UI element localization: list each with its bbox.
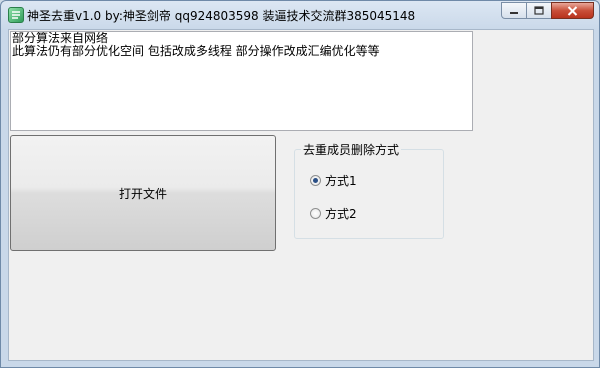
title-bar[interactable]: 神圣去重v1.0 by:神圣剑帝 qq924803598 装逼技术交流群3850… xyxy=(1,1,599,29)
close-button[interactable] xyxy=(551,2,594,19)
maximize-icon xyxy=(534,6,544,15)
minimize-icon xyxy=(510,11,518,14)
radio-option-1-label: 方式1 xyxy=(325,174,357,188)
log-textbox[interactable]: 部分算法来自网络 此算法仍有部分优化空间 包括改成多线程 部分操作改成汇编优化等… xyxy=(10,31,473,131)
caption-buttons xyxy=(501,2,594,20)
window-title: 神圣去重v1.0 by:神圣剑帝 qq924803598 装逼技术交流群3850… xyxy=(27,9,416,23)
delete-mode-legend: 去重成员删除方式 xyxy=(301,141,402,158)
delete-mode-groupbox: 去重成员删除方式 方式1 方式2 xyxy=(294,141,444,239)
open-file-button[interactable]: 打开文件 xyxy=(10,135,276,251)
radio-option-2-label: 方式2 xyxy=(325,207,357,221)
radio-button-icon[interactable] xyxy=(310,208,321,219)
client-area: 部分算法来自网络 此算法仍有部分优化空间 包括改成多线程 部分操作改成汇编优化等… xyxy=(8,29,594,361)
maximize-button[interactable] xyxy=(526,2,552,19)
radio-option-1[interactable]: 方式1 xyxy=(310,172,357,189)
app-icon[interactable] xyxy=(8,7,24,23)
minimize-button[interactable] xyxy=(501,2,527,19)
radio-button-icon[interactable] xyxy=(310,175,321,186)
radio-option-2[interactable]: 方式2 xyxy=(310,205,357,222)
close-icon xyxy=(567,5,578,16)
open-file-button-label: 打开文件 xyxy=(118,186,167,201)
app-window: 神圣去重v1.0 by:神圣剑帝 qq924803598 装逼技术交流群3850… xyxy=(0,0,600,368)
